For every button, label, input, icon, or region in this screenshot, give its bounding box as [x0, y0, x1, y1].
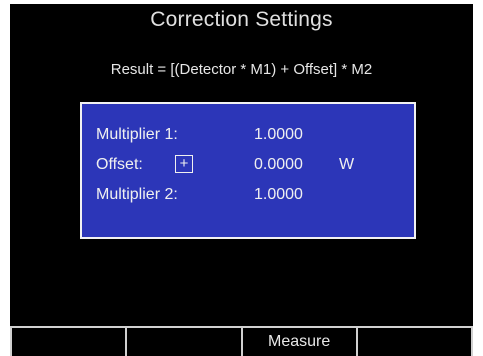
multiplier-1-row[interactable]: Multiplier 1: 1.0000	[82, 122, 414, 148]
correction-formula: Result = [(Detector * M1) + Offset] * M2	[110, 61, 373, 78]
offset-sign-button[interactable]: +	[175, 155, 193, 173]
settings-panel: Multiplier 1: 1.0000 Offset: + 0.0000 W …	[80, 102, 416, 239]
softkey-1[interactable]	[10, 328, 125, 356]
offset-unit: W	[339, 156, 355, 173]
softkey-bar: Measure	[10, 326, 473, 356]
softkey-2[interactable]	[125, 328, 240, 356]
multiplier-2-label: Multiplier 2:	[96, 186, 178, 203]
offset-row[interactable]: Offset: + 0.0000 W	[82, 152, 414, 178]
device-screen: Correction Settings Result = [(Detector …	[10, 4, 473, 356]
multiplier-1-label: Multiplier 1:	[96, 126, 178, 143]
multiplier-1-value[interactable]: 1.0000	[254, 122, 303, 148]
softkey-4[interactable]	[355, 328, 473, 356]
offset-label: Offset:	[96, 156, 143, 173]
softkey-measure[interactable]: Measure	[240, 328, 356, 356]
screen-title: Correction Settings	[150, 8, 333, 31]
offset-value[interactable]: 0.0000	[254, 152, 303, 178]
multiplier-2-value[interactable]: 1.0000	[254, 182, 303, 208]
multiplier-2-row[interactable]: Multiplier 2: 1.0000	[82, 182, 414, 208]
